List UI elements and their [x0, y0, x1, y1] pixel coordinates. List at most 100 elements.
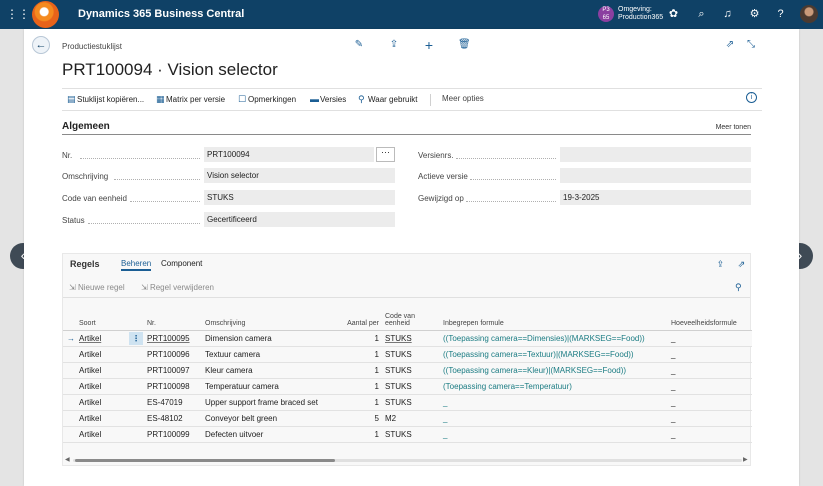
- more-options-button[interactable]: Meer opties: [442, 94, 484, 103]
- no-cell[interactable]: PRT100095: [147, 330, 205, 347]
- formula-cell[interactable]: _: [443, 426, 671, 443]
- formula-cell[interactable]: (Toepassing camera==Temperatuur): [443, 378, 671, 395]
- uom-cell[interactable]: STUKS: [385, 346, 443, 363]
- tab-component[interactable]: Component: [161, 259, 202, 268]
- copilot-icon[interactable]: ✿: [667, 8, 680, 21]
- uom-cell[interactable]: STUKS: [385, 362, 443, 379]
- formula-cell[interactable]: _: [443, 394, 671, 411]
- type-cell[interactable]: Artikel: [79, 394, 129, 411]
- row-menu-cell[interactable]: ⋮: [129, 330, 147, 347]
- no-cell[interactable]: PRT100096: [147, 346, 205, 363]
- column-header-type[interactable]: Soort: [79, 306, 129, 331]
- column-header-qty[interactable]: Aantal per: [331, 306, 385, 331]
- qty-cell[interactable]: 1: [331, 378, 385, 395]
- table-row[interactable]: Artikel PRT100096 Textuur camera 1 STUKS…: [63, 346, 752, 363]
- scroll-right-icon[interactable]: ▶: [743, 456, 748, 463]
- table-row[interactable]: Artikel ES-47019 Upper support frame bra…: [63, 394, 752, 411]
- uom-cell[interactable]: STUKS: [385, 330, 443, 347]
- description-cell[interactable]: Textuur camera: [205, 346, 331, 363]
- app-launcher-icon[interactable]: ⋮⋮⋮: [6, 7, 42, 21]
- column-header-uom[interactable]: Code van eenheid: [385, 306, 443, 331]
- comments-button[interactable]: ☐ Opmerkingen: [238, 94, 296, 105]
- matrix-per-version-button[interactable]: ▦Matrix per versie: [156, 94, 225, 105]
- lines-title[interactable]: Regels: [70, 259, 100, 269]
- no-cell[interactable]: ES-48102: [147, 410, 205, 427]
- description-cell[interactable]: Temperatuur camera: [205, 378, 331, 395]
- copy-bom-button[interactable]: ▤Stuklijst kopiëren...: [67, 94, 144, 105]
- type-cell[interactable]: Artikel: [79, 410, 129, 427]
- type-cell[interactable]: Artikel: [79, 330, 129, 347]
- assist-edit-button[interactable]: ···: [376, 147, 395, 162]
- formula-cell[interactable]: _: [443, 410, 671, 427]
- column-header-formula[interactable]: Inbegrepen formule: [443, 306, 671, 331]
- qty-cell[interactable]: 1: [331, 346, 385, 363]
- qty-formula-cell[interactable]: _: [671, 410, 752, 427]
- no-cell[interactable]: ES-47019: [147, 394, 205, 411]
- formula-cell[interactable]: ((Toepassing camera==Dimensies)|(MARKSEG…: [443, 330, 671, 347]
- environment-info[interactable]: Omgeving: Production365: [618, 6, 663, 22]
- tab-manage[interactable]: Beheren: [121, 259, 152, 271]
- table-row[interactable]: Artikel PRT100099 Defecten uitvoer 1 STU…: [63, 426, 752, 443]
- qty-formula-cell[interactable]: _: [671, 378, 752, 395]
- add-icon[interactable]: +: [423, 38, 435, 52]
- qty-formula-cell[interactable]: _: [671, 362, 752, 379]
- uom-cell[interactable]: STUKS: [385, 378, 443, 395]
- scroll-thumb[interactable]: [75, 459, 335, 462]
- delete-line-button[interactable]: ⇲ Regel verwijderen: [141, 283, 214, 292]
- gear-icon[interactable]: ⚙: [748, 8, 761, 21]
- description-field[interactable]: Vision selector: [204, 168, 395, 183]
- formula-cell[interactable]: ((Toepassing camera==Textuur)|(MARKSEG==…: [443, 346, 671, 363]
- no-cell[interactable]: PRT100099: [147, 426, 205, 443]
- column-header-description[interactable]: Omschrijving: [205, 306, 331, 331]
- general-section-title[interactable]: Algemeen: [62, 121, 110, 132]
- bell-icon[interactable]: ♫: [721, 8, 734, 21]
- qty-formula-cell[interactable]: _: [671, 394, 752, 411]
- collapse-icon[interactable]: ⤡: [745, 39, 757, 51]
- help-icon[interactable]: ?: [774, 8, 787, 21]
- open-new-window-icon[interactable]: ⇗: [724, 39, 736, 51]
- horizontal-scrollbar[interactable]: ◀ ▶: [63, 456, 752, 465]
- table-row[interactable]: → Artikel ⋮ PRT100095 Dimension camera 1…: [63, 330, 752, 347]
- qty-formula-cell[interactable]: _: [671, 426, 752, 443]
- table-row[interactable]: Artikel ES-48102 Conveyor belt green 5 M…: [63, 410, 752, 427]
- info-icon[interactable]: i: [746, 92, 757, 103]
- uom-cell[interactable]: STUKS: [385, 426, 443, 443]
- type-cell[interactable]: Artikel: [79, 362, 129, 379]
- versions-button[interactable]: ▬Versies: [310, 94, 346, 104]
- environment-badge[interactable]: P3 65: [598, 6, 614, 22]
- row-menu-icon[interactable]: ⋮: [129, 331, 143, 345]
- share-icon[interactable]: ⇪: [388, 39, 400, 51]
- qty-formula-cell[interactable]: _: [671, 330, 752, 347]
- uom-cell[interactable]: STUKS: [385, 394, 443, 411]
- type-cell[interactable]: Artikel: [79, 346, 129, 363]
- back-button[interactable]: ←: [32, 36, 50, 54]
- column-header-qty-formula[interactable]: Hoeveelheidsformule: [671, 306, 752, 331]
- type-cell[interactable]: Artikel: [79, 426, 129, 443]
- table-row[interactable]: Artikel PRT100097 Kleur camera 1 STUKS (…: [63, 362, 752, 379]
- scroll-left-icon[interactable]: ◀: [65, 456, 70, 463]
- type-cell[interactable]: Artikel: [79, 378, 129, 395]
- uom-cell[interactable]: M2: [385, 410, 443, 427]
- description-cell[interactable]: Conveyor belt green: [205, 410, 331, 427]
- qty-formula-cell[interactable]: _: [671, 346, 752, 363]
- table-row[interactable]: Artikel PRT100098 Temperatuur camera 1 S…: [63, 378, 752, 395]
- status-field[interactable]: Gecertificeerd: [204, 212, 395, 227]
- search-icon[interactable]: ⌕: [695, 8, 708, 21]
- description-cell[interactable]: Defecten uitvoer: [205, 426, 331, 443]
- where-used-button[interactable]: ⚲ Waar gebruikt: [358, 94, 418, 105]
- qty-cell[interactable]: 1: [331, 394, 385, 411]
- expand-icon[interactable]: ⇗: [736, 259, 747, 270]
- description-cell[interactable]: Dimension camera: [205, 330, 331, 347]
- formula-cell[interactable]: ((Toepassing camera==Kleur)|(MARKSEG==Fo…: [443, 362, 671, 379]
- pin-icon[interactable]: ⚲: [735, 282, 742, 293]
- share-icon[interactable]: ⇪: [715, 259, 726, 270]
- new-line-button[interactable]: ⇲ Nieuwe regel: [69, 283, 125, 292]
- delete-icon[interactable]: 🗑: [458, 39, 471, 51]
- column-header-no[interactable]: Nr.: [147, 306, 205, 331]
- no-field[interactable]: PRT100094: [204, 147, 374, 162]
- no-cell[interactable]: PRT100097: [147, 362, 205, 379]
- qty-cell[interactable]: 5: [331, 410, 385, 427]
- show-more-link[interactable]: Meer tonen: [716, 124, 751, 131]
- description-cell[interactable]: Kleur camera: [205, 362, 331, 379]
- uom-field[interactable]: STUKS: [204, 190, 395, 205]
